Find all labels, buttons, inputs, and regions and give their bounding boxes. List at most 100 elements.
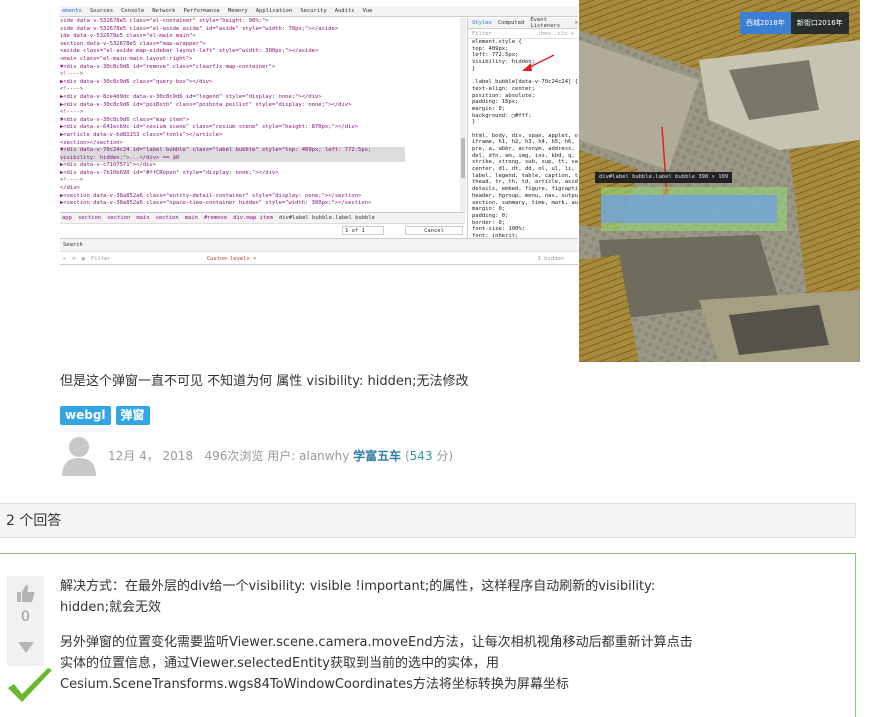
dom-tree-line: ▼<div data-v-30c8c9d6 class="map item"> [60,116,190,123]
question-date: 12月 4， 2018 [108,448,194,463]
style-rule-line: background: ▢#fff; [472,112,532,119]
scrollbar-thumb [461,138,465,178]
dom-tree-line: ▶<div data-v-8ce4d9dc data-v-30c8c9d6 id… [60,93,322,100]
find-cancel-button: Cancel [405,226,463,235]
dom-tree-line: side data-v-532678e5 class="el-aside asi… [60,25,339,32]
breadcrumb-item: section [107,215,131,221]
question-text: 但是这个弹窗一直不可见 不知道为何 属性 visibility: hidden;… [60,374,469,389]
style-rule-line: header, hgroup, menu, nav, output, ruby, [472,192,578,199]
style-rule-line: text-align: center; [472,85,535,92]
styles-tab: Styles [472,20,492,26]
dom-tree-line: ide data-v-532678e5 class="el-main main"… [60,33,196,40]
dom-tree-line: ▶<section data-v-38a852a6 class="entity-… [60,192,362,199]
accepted-check-icon [8,668,52,702]
user-score: 543 [409,448,433,463]
style-rule-line [468,126,578,133]
year-2016-button: 新街口2016年 [790,12,849,34]
devtools-scrollbar [460,18,466,212]
styles-filter-tools: :hov .cls + [537,30,574,37]
user-rank: 学富五车 [353,448,402,463]
red-arrow-icon [522,54,555,71]
dom-tree-line: side data-v-532678e5 class="el-container… [60,18,269,24]
user-avatar-icon [62,437,96,476]
vote-count: 0 [21,609,30,625]
question-meta: 12月 4， 2018 496次浏览 用户: alanwhy 学富五车 (543… [60,434,453,476]
devtools-tab: Security [300,8,327,14]
label-bubble-content-box [601,195,777,223]
styles-tab-bar: Styles Computed Event Listeners » [468,17,578,29]
console-levels: Custom levels ▾ [206,255,257,262]
style-rule-line: html, body, div, span, applet, object, r… [472,132,578,139]
devtools-elements-panel: side data-v-532678e5 class="el-container… [60,18,405,212]
devtools-tab: Sources [89,8,114,14]
label-bubble-highlight [601,187,787,231]
devtools-tab: Performance [183,8,220,14]
dom-tree-line: ▶<article data-v-bd81153 class="tools"><… [60,131,223,138]
devtools-screenshot: ements Sources Console Network Performance Me… [60,0,578,265]
dom-tree-line: <!----> [60,86,84,93]
dom-tree-line: ▶<div data-v-30c8c9d6 class="query-box">… [60,78,213,85]
tag-webgl[interactable]: webgl [60,406,111,425]
breadcrumb-item: section [155,215,179,221]
year-2018-button: 西城2018年 [740,12,791,34]
breadcrumb-item: main [136,215,150,221]
devtools-tab: Console [121,8,145,14]
answer-paragraph: 另外弹窗的位置变化需要监听Viewer.scene.camera.moveEnd… [60,635,693,692]
console-toolbar: ▸ ⊘ ◉ Filter Custom levels ▾ 1 hidden [60,252,578,264]
author-link[interactable]: alanwhy [299,449,349,463]
style-rule-line: del, dfn, em, img, ins, kbd, q, s, samp,… [472,152,578,159]
dom-tree-line: <!----> [60,109,84,116]
avatar[interactable] [60,434,98,476]
dom-tree-line: <main class="el-main main layout-right"> [60,55,193,62]
styles-tab: Computed [497,20,525,26]
console-hidden-count: 1 hidden [537,255,565,262]
devtools-tab: Network [152,8,176,14]
style-rule-line: strike, strong, sub, sup, tt, var, b, u,… [472,159,578,166]
breadcrumb-item: div.map item [233,215,273,221]
dom-tree-line: ▶<div data-v-30c8c9d6 id="poiBotb" class… [60,101,352,108]
style-rule-line: element.style { [472,39,522,45]
dom-tree-line: ▶<div data-v-7b10b690 id="#ffCRopun" sty… [60,169,279,176]
user-prefix: 用户: [267,448,296,463]
style-rule-line: center, dl, dt, dd, ol, ul, li, fieldset… [472,166,578,173]
style-rule-line: details, embed, figure, figcaption, foot… [472,186,578,193]
style-rule-line: pre, a, abbr, acronym, address, big, cit… [472,146,578,152]
style-rule-line: .label bubble[data-v-70c24c24] { LabelPo… [472,79,578,86]
style-rule-line: padding: 15px; [472,99,519,106]
style-rule-line: } [472,119,476,126]
console-play-icon: ▸ [63,255,67,262]
breadcrumb-item: main [184,215,198,221]
styles-tab: Event Listeners [530,17,561,29]
dom-tree-line: ▶<section data-v-38a852a6 class="space-t… [60,200,372,207]
styles-filter-placeholder: Filter [472,30,492,37]
breadcrumb-item: section [77,215,102,221]
drawer-title: Search [60,239,578,252]
dom-tree-line: </div> [60,185,80,192]
answer-body: 解决方式：在最外层的div给一个visibility: visible !imp… [60,576,700,709]
devtools-find-bar: 1 of 1 Cancel [60,223,465,236]
vote-box: 0 [7,576,44,666]
question-views: 496次浏览 [204,448,264,463]
dom-tree-line: ▼<div data-v-30c8c9d6 id="remove" class=… [60,63,276,70]
dom-tree-line: <!----> [60,71,84,78]
style-rule-line: margin: 0; [472,206,506,213]
dom-tree-line: visibility: hidden;">...</div> == $0 [60,154,405,163]
styles-filter: Filter :hov .cls + [468,29,578,39]
thumbs-up-icon[interactable] [16,584,36,604]
dom-tree-line: <!----> [60,177,84,184]
dom-tree-line: <section></section> [60,139,123,146]
style-rule-line: border: 0; [472,219,506,226]
style-rule-line: iframe, h1, h2, h3, h4, h5, h6, p, block… [472,139,578,146]
answer-paragraph: 解决方式：在最外层的div给一个visibility: visible !imp… [60,579,656,615]
year-toggle: 西城2018年 新街口2016年 [740,12,849,34]
console-filter: Filter [90,255,111,262]
vote-down-arrow-icon[interactable] [18,642,34,654]
tag-popup[interactable]: 弹窗 [115,406,150,425]
styles-tab: » [574,20,578,26]
cesium-map-screenshot: 西城2018年 新街口2016年 div#label bubble.label … [579,0,860,362]
style-rule-line: section, summary, time, mark, audio, vid… [472,199,578,206]
dom-tree-line: ▶<div data-v-c7107571"></div> [60,162,157,169]
score-close: 分) [436,448,454,463]
devtools-tab: Audits [334,8,355,14]
dom-tree-line: <aside class="el-aside map-sidebar layou… [60,48,319,55]
